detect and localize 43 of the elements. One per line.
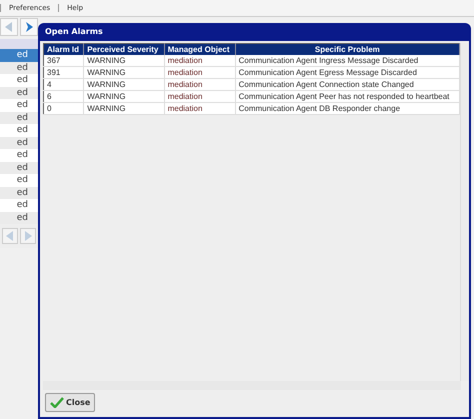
right-arrow-icon <box>24 231 32 241</box>
table-cell: mediation <box>164 66 236 78</box>
table-cell: WARNING <box>84 102 164 114</box>
checkmark-icon <box>50 397 64 408</box>
table-cell: Communication Agent Ingress Message Discarded <box>235 55 460 66</box>
list-row[interactable]: ed <box>0 62 38 74</box>
table-cell: Communication Agent Connection state Changed <box>235 78 460 90</box>
table-cell: Communication Agent Egress Message Discarded <box>235 66 460 78</box>
list-row[interactable]: ed <box>0 212 38 224</box>
table-cell: Communication Agent DB Responder change <box>235 102 460 114</box>
table-cell: 4 <box>44 78 84 90</box>
table-cell: mediation <box>164 78 236 90</box>
table-cell: 367 <box>44 55 84 66</box>
next-button[interactable] <box>20 228 36 244</box>
table-cell: mediation <box>164 102 236 114</box>
right-arrow-icon <box>25 22 33 32</box>
table-cell: mediation <box>164 55 236 66</box>
column-header[interactable]: Managed Object <box>164 44 236 55</box>
table-cell: Communication Agent Peer has not responded to heartbeat <box>235 90 460 102</box>
column-header[interactable]: Perceived Severity <box>84 44 164 55</box>
table-cell: WARNING <box>84 90 164 102</box>
table-cell: mediation <box>164 90 236 102</box>
dialog-title: Open Alarms <box>44 26 104 38</box>
table-cell: 6 <box>44 90 84 102</box>
forward-button[interactable] <box>20 18 38 36</box>
list-row[interactable]: ed <box>0 186 38 199</box>
left-arrow-icon <box>5 22 13 32</box>
table-cell: WARNING <box>84 66 164 78</box>
table-cell: 0 <box>44 102 84 114</box>
close-button[interactable]: Close <box>45 393 96 412</box>
column-header[interactable]: Specific Problem <box>235 44 460 55</box>
list-row[interactable]: ed <box>0 136 38 149</box>
list-row[interactable]: ed <box>0 86 38 99</box>
table-cell: WARNING <box>84 78 164 90</box>
list-header <box>0 39 38 49</box>
list-row[interactable]: ed <box>0 162 38 174</box>
list-row[interactable]: ed <box>0 112 38 124</box>
list-row[interactable]: ed <box>0 49 38 62</box>
column-header[interactable]: Alarm Id <box>44 44 84 55</box>
table-cell: 391 <box>44 66 84 78</box>
left-arrow-icon <box>6 231 14 241</box>
previous-button[interactable] <box>2 228 18 244</box>
table-cell: WARNING <box>84 55 164 66</box>
